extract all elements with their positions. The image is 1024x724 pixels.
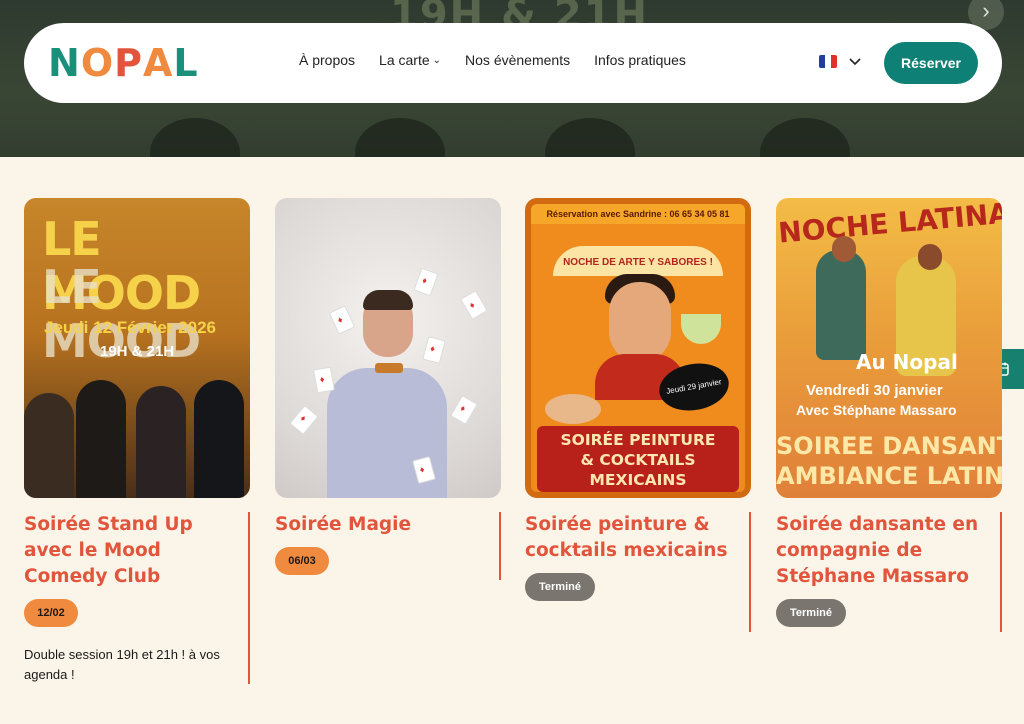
- playing-card-icon: [413, 267, 439, 297]
- reserve-button[interactable]: Réserver: [884, 42, 978, 84]
- chevron-down-icon: ⌄: [432, 54, 442, 66]
- poster-text: Vendredi 30 janvier: [806, 382, 943, 399]
- hero-silhouette: [150, 118, 240, 157]
- poster-text: SOIRÉE PEINTURE: [560, 431, 716, 449]
- hero-silhouette: [545, 118, 635, 157]
- poster-text: Avec Stéphane Massaro: [796, 402, 957, 418]
- nav-item-label: À propos: [299, 52, 356, 68]
- nav-item-label: Nos évènements: [465, 52, 571, 68]
- chevron-down-icon: [849, 53, 861, 69]
- event-title[interactable]: Soirée Magie: [275, 512, 485, 538]
- logo-letter: P: [114, 41, 143, 85]
- playing-card-icon: [450, 395, 478, 425]
- poster-banner: SOIRÉE PEINTURE & COCKTAILS MEXICAINS: [537, 426, 739, 492]
- poster-text: & COCKTAILS: [580, 451, 696, 469]
- poster-figure: [194, 380, 244, 498]
- hero-silhouette: [760, 118, 850, 157]
- playing-card-icon: [422, 336, 446, 364]
- event-date-badge: 06/03: [275, 547, 329, 575]
- event-card[interactable]: LE MOOD LE MOOD Jeudi 12 Février 2026 19…: [24, 198, 250, 685]
- nav-item-a-propos[interactable]: À propos: [299, 52, 355, 68]
- event-card[interactable]: NOCHE LATINA! Au Nopal Vendredi 30 janvi…: [776, 198, 1002, 627]
- hero-silhouette: [355, 118, 445, 157]
- playing-card-icon: [460, 290, 488, 320]
- nav-item-evenements[interactable]: Nos évènements: [465, 52, 570, 68]
- poster-text: Jeudi 12 Février 2026: [44, 318, 217, 337]
- card-divider: [499, 512, 501, 580]
- poster-figure: [24, 393, 74, 498]
- logo-letter: L: [173, 41, 199, 85]
- card-divider: [749, 512, 751, 632]
- poster-text: AMBIANCE LATINO: [776, 462, 1002, 490]
- poster-figure: [363, 290, 413, 310]
- event-poster[interactable]: LE MOOD LE MOOD Jeudi 12 Février 2026 19…: [24, 198, 250, 498]
- poster-figure: [918, 244, 942, 270]
- language-selector[interactable]: [819, 53, 861, 69]
- event-poster[interactable]: [275, 198, 501, 498]
- event-poster[interactable]: Réservation avec Sandrine : 06 65 34 05 …: [525, 198, 751, 498]
- poster-figure: [136, 386, 186, 498]
- nav-item-label: La carte: [379, 52, 430, 68]
- navbar: N O P A L À propos La carte ⌄ Nos évèneme…: [24, 23, 1002, 103]
- event-title[interactable]: Soirée peinture & cocktails mexicains: [525, 512, 735, 564]
- event-description: Double session 19h et 21h ! à vos agenda…: [24, 647, 220, 682]
- event-date-badge: 12/02: [24, 599, 78, 627]
- poster-text: NOCHE LATINA!: [777, 198, 1002, 250]
- card-divider: [1000, 512, 1002, 632]
- main-nav: À propos La carte ⌄ Nos évènements Infos …: [299, 52, 686, 68]
- nopal-logo[interactable]: N O P A L: [48, 41, 199, 85]
- nav-item-infos-pratiques[interactable]: Infos pratiques: [594, 52, 686, 68]
- event-title[interactable]: Soirée Stand Up avec le Mood Comedy Club: [24, 512, 234, 590]
- poster-text: NOCHE DE ARTE Y SABORES !: [553, 246, 723, 276]
- event-poster[interactable]: NOCHE LATINA! Au Nopal Vendredi 30 janvi…: [776, 198, 1002, 498]
- cocktail-glass-icon: [681, 314, 721, 344]
- playing-card-icon: [328, 305, 356, 335]
- event-card[interactable]: Réservation avec Sandrine : 06 65 34 05 …: [525, 198, 751, 601]
- playing-card-icon: [289, 405, 319, 435]
- poster-figure: [375, 363, 403, 373]
- paint-palette-icon: [545, 394, 601, 424]
- logo-letter: A: [142, 41, 174, 85]
- poster-figure: [609, 282, 671, 362]
- poster-figure: [832, 236, 856, 262]
- playing-card-icon: [313, 366, 335, 394]
- poster-figure: [76, 380, 126, 498]
- french-flag-icon: [819, 54, 837, 68]
- event-title[interactable]: Soirée dansante en compagnie de Stéphane…: [776, 512, 986, 590]
- logo-letter: O: [80, 41, 115, 85]
- event-status-badge: Terminé: [776, 599, 846, 627]
- card-divider: [248, 512, 250, 684]
- event-status-badge: Terminé: [525, 573, 595, 601]
- poster-figure: [816, 250, 866, 360]
- poster-text: Réservation avec Sandrine : 06 65 34 05 …: [531, 204, 745, 224]
- logo-letter: N: [48, 41, 81, 85]
- nav-item-la-carte[interactable]: La carte ⌄: [379, 52, 441, 68]
- poster-text: MEXICAINS: [589, 471, 687, 489]
- nav-item-label: Infos pratiques: [594, 52, 686, 68]
- event-card[interactable]: Soirée Magie 06/03: [275, 198, 501, 575]
- poster-text: 19H & 21H: [100, 343, 175, 360]
- poster-text: SOIREE DANSANTE: [776, 432, 1002, 460]
- poster-text: Au Nopal: [856, 350, 958, 374]
